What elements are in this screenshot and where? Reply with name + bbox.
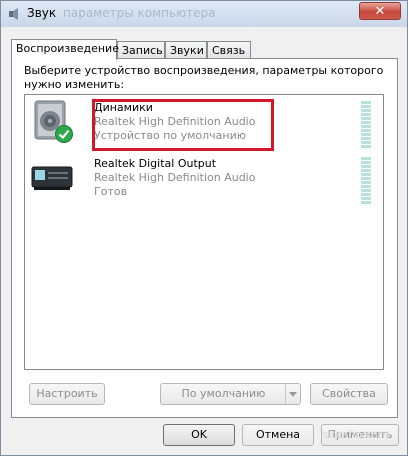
tab-label: Звуки xyxy=(170,44,204,57)
tab-playback[interactable]: Воспроизведение xyxy=(11,39,119,60)
background-window-title: параметры компьютера xyxy=(63,6,216,20)
default-check-icon xyxy=(55,125,73,143)
digital-output-icon xyxy=(31,166,73,190)
device-driver: Realtek High Definition Audio xyxy=(94,171,256,184)
volume-meter xyxy=(361,101,371,149)
watermark: sitesfin.com xyxy=(322,428,390,441)
tab-recording[interactable]: Запись xyxy=(117,41,165,59)
properties-button[interactable]: Свойства xyxy=(310,383,388,405)
close-button[interactable]: ✕ xyxy=(359,2,401,20)
device-list[interactable]: Динамики Realtek High Definition Audio У… xyxy=(24,94,384,370)
device-item-speakers[interactable]: Динамики Realtek High Definition Audio У… xyxy=(25,97,383,151)
set-default-button[interactable]: По умолчанию xyxy=(160,383,301,405)
sound-dialog: Звук параметры компьютера ✕ Воспроизведе… xyxy=(0,0,408,456)
tab-label: Воспроизведение xyxy=(16,42,119,55)
configure-button[interactable]: Настроить xyxy=(29,383,105,405)
speaker-icon xyxy=(9,8,18,20)
highlight-box xyxy=(92,99,274,151)
title-bar[interactable]: Звук параметры компьютера ✕ xyxy=(1,1,407,27)
window-title: Звук xyxy=(27,6,57,20)
device-name: Realtek Digital Output xyxy=(94,157,217,170)
tab-sounds[interactable]: Звуки xyxy=(165,41,207,59)
device-status: Готов xyxy=(94,185,128,198)
set-default-label: По умолчанию xyxy=(181,387,266,400)
volume-meter xyxy=(361,157,371,205)
cancel-button[interactable]: Отмена xyxy=(242,424,314,446)
tab-panel: Выберите устройство воспроизведения, пар… xyxy=(11,58,398,418)
device-item-digital-output[interactable]: Realtek Digital Output Realtek High Defi… xyxy=(25,153,383,205)
tab-label: Запись xyxy=(122,44,163,57)
instructions-text: Выберите устройство воспроизведения, пар… xyxy=(24,64,384,91)
close-icon: ✕ xyxy=(374,4,386,19)
chevron-down-icon[interactable] xyxy=(285,384,300,404)
tab-label: Связь xyxy=(212,44,246,57)
tab-communications[interactable]: Связь xyxy=(207,41,251,59)
ok-button[interactable]: OK xyxy=(163,424,235,446)
